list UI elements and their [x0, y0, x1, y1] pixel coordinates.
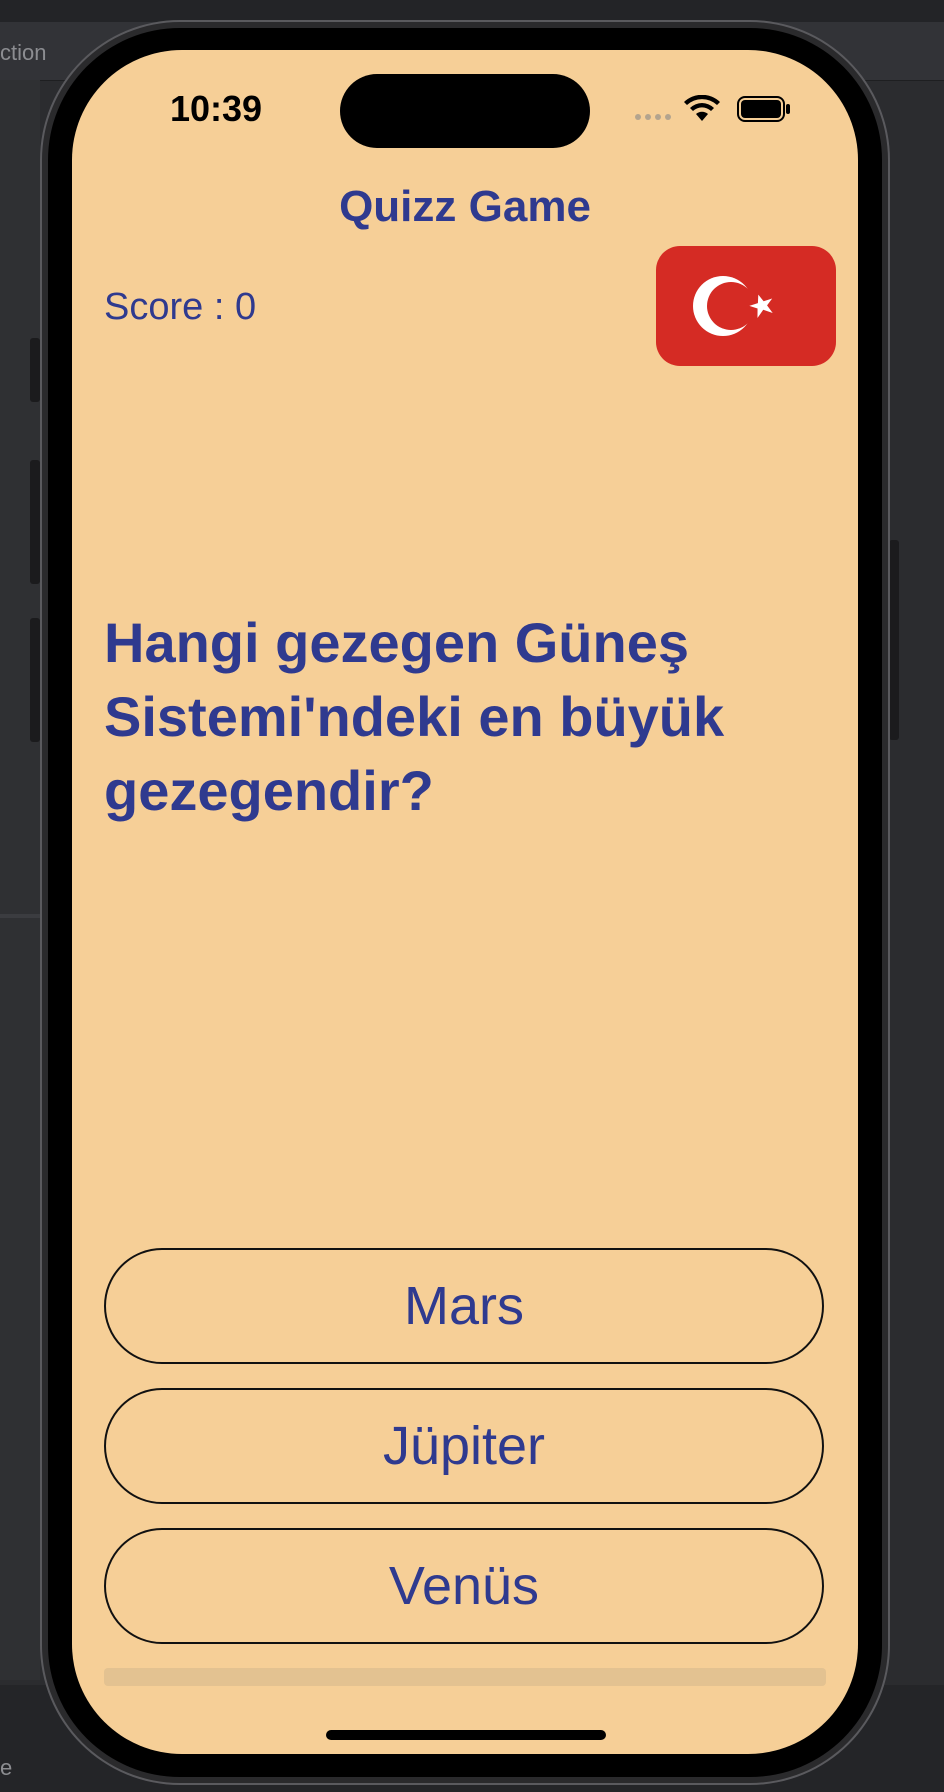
battery-icon	[737, 96, 790, 122]
host-left-panel	[0, 80, 40, 1680]
phone-screen: 10:39 Quizz Game Score : 0 Hangi gezegen…	[72, 50, 858, 1754]
phone-action-button	[30, 338, 40, 402]
status-time: 10:39	[170, 88, 263, 129]
host-menu-bar	[0, 0, 944, 22]
answer-button-3[interactable]: Venüs	[104, 1528, 824, 1644]
cellular-signal-icon	[635, 114, 671, 120]
host-bottom-label: e	[0, 1755, 13, 1780]
phone-power-button	[889, 540, 899, 740]
host-toolbar-label: ction	[0, 40, 47, 65]
language-flag-button[interactable]	[656, 246, 836, 366]
score-label: Score : 0	[104, 286, 257, 328]
answer-button-1[interactable]: Mars	[104, 1248, 824, 1364]
wifi-icon	[684, 95, 720, 121]
answer-button-2[interactable]: Jüpiter	[104, 1388, 824, 1504]
question-text: Hangi gezegen Güneş Sistemi'ndeki en büy…	[104, 611, 725, 822]
host-divider	[0, 914, 40, 918]
home-indicator[interactable]	[326, 1730, 606, 1740]
phone-volume-up-button	[30, 460, 40, 584]
app-title: Quizz Game	[339, 182, 591, 231]
turkey-flag-icon	[693, 276, 773, 336]
dynamic-island	[340, 74, 590, 148]
phone-volume-down-button	[30, 618, 40, 742]
quiz-progress-bar	[104, 1668, 826, 1686]
